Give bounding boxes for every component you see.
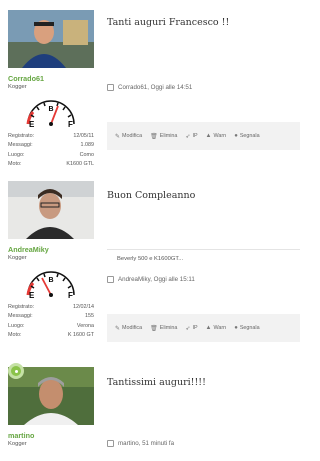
report-button[interactable]: ● Segnala	[234, 133, 259, 139]
username[interactable]: Corrado61	[8, 74, 94, 83]
ip-arrow-icon: ➶	[185, 325, 191, 332]
info-row-registered: Registrato: 12/02/14	[8, 303, 94, 310]
info-row-location: Luogo: Verona	[8, 322, 94, 329]
info-row-messages: Messaggi: 155	[8, 313, 94, 320]
gauge-center-label: B	[48, 277, 53, 284]
gauge-full-label: F	[68, 120, 73, 128]
online-status-icon	[8, 363, 24, 379]
user-info: Registrato: 12/05/11 Messaggi: 1.089 Luogo…	[8, 131, 94, 169]
post-author-time[interactable]: martino, 51 minuti fa	[118, 440, 174, 447]
avatar[interactable]	[8, 10, 94, 68]
post-content: Buon Compleanno	[107, 190, 300, 201]
action-bar: ✎ Modifica 🗑 Elimina ➶ IP ▲ Warn ● Segnala	[107, 122, 300, 150]
warn-button[interactable]: ▲ Warn	[206, 325, 227, 331]
post-content: Tantissimi auguri!!!!	[107, 377, 300, 388]
post-text: Buon Compleanno	[107, 190, 196, 201]
edit-button[interactable]: ✎ Modifica	[115, 325, 142, 332]
post-meta: AndreaMiky, Oggi alle 15:11	[107, 276, 195, 283]
post-author-time[interactable]: AndreaMiky, Oggi alle 15:11	[118, 276, 195, 283]
post-meta: Corrado61, Oggi alle 14:51	[107, 84, 192, 91]
user-sidebar: martino Kogger	[8, 367, 94, 447]
info-row-messages: Messaggi: 1.089	[8, 142, 94, 149]
ip-button[interactable]: ➶ IP	[185, 325, 197, 332]
warning-icon: ▲	[205, 133, 212, 139]
select-checkbox[interactable]	[107, 276, 114, 283]
info-row-location: Luogo: Como	[8, 151, 94, 158]
warn-button[interactable]: ▲ Warn	[206, 133, 227, 139]
ip-arrow-icon: ➶	[185, 133, 191, 140]
info-row-bike: Moto: K1600 GTL	[8, 161, 94, 168]
username[interactable]: AndreaMiky	[8, 245, 94, 254]
info-row-registered: Registrato: 12/05/11	[8, 132, 94, 139]
report-button[interactable]: ● Segnala	[234, 325, 259, 331]
select-checkbox[interactable]	[107, 84, 114, 91]
warning-icon: ▲	[205, 325, 212, 331]
post-author-time[interactable]: Corrado61, Oggi alle 14:51	[118, 84, 192, 91]
gauge-empty-label: E	[29, 291, 35, 299]
delete-button[interactable]: 🗑 Elimina	[150, 325, 177, 332]
signature-divider	[107, 249, 300, 250]
delete-button[interactable]: 🗑 Elimina	[150, 133, 177, 140]
select-checkbox[interactable]	[107, 440, 114, 447]
post-content: Tanti auguri Francesco !!	[107, 17, 300, 28]
user-sidebar: AndreaMiky Kogger B E F Registrato: 12/02…	[8, 181, 94, 340]
post-meta: martino, 51 minuti fa	[107, 440, 174, 447]
avatar[interactable]	[8, 181, 94, 239]
post-text: Tanti auguri Francesco !!	[107, 17, 230, 28]
gauge-full-label: F	[68, 291, 73, 299]
trash-icon: 🗑	[150, 133, 158, 140]
user-sidebar: Corrado61 Kogger B E F Registrato: 12/05/…	[8, 10, 94, 169]
pencil-icon: ✎	[115, 325, 121, 332]
user-info: Registrato: 12/02/14 Messaggi: 155 Luogo: V…	[8, 302, 94, 340]
signature-text: Beverly 500 e K1600GT...	[117, 256, 184, 262]
user-rank: Kogger	[8, 255, 27, 261]
report-icon: ●	[234, 325, 238, 331]
fuel-gauge-icon: B E F	[26, 271, 75, 299]
info-row-bike: Moto: K 1600 GT	[8, 332, 94, 339]
pencil-icon: ✎	[115, 133, 121, 140]
ip-button[interactable]: ➶ IP	[185, 133, 197, 140]
trash-icon: 🗑	[150, 325, 158, 332]
gauge-center-label: B	[48, 106, 53, 113]
gauge-empty-label: E	[29, 120, 35, 128]
fuel-gauge-icon: B E F	[26, 100, 75, 128]
user-rank: Kogger	[8, 84, 27, 90]
report-icon: ●	[234, 133, 238, 139]
post-text: Tantissimi auguri!!!!	[107, 377, 206, 388]
action-bar: ✎ Modifica 🗑 Elimina ➶ IP ▲ Warn ● Segnala	[107, 314, 300, 342]
edit-button[interactable]: ✎ Modifica	[115, 133, 142, 140]
username[interactable]: martino	[8, 431, 94, 440]
user-rank: Kogger	[8, 441, 27, 447]
